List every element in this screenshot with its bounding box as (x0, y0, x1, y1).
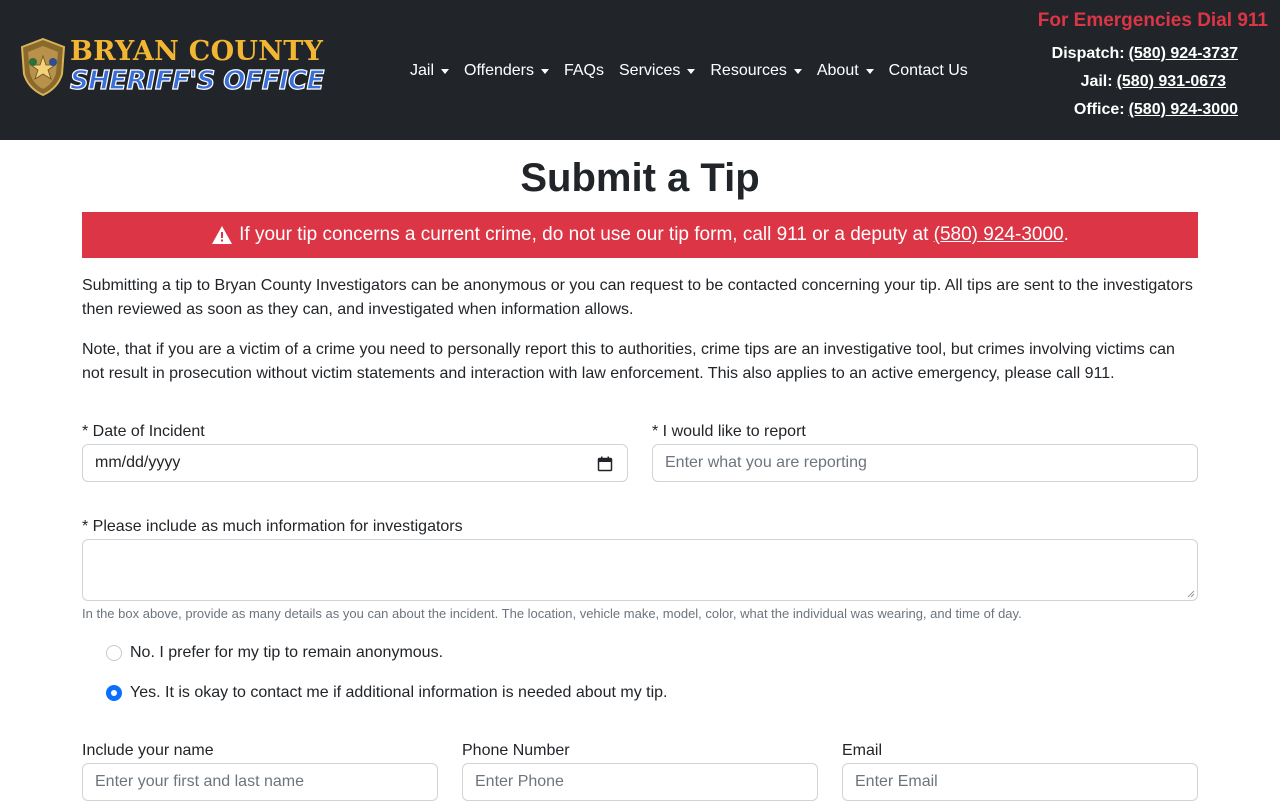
alert-text: If your tip concerns a current crime, do… (239, 224, 929, 245)
jail-label: Jail: (1080, 73, 1113, 90)
warning-icon (212, 226, 233, 244)
details-help-text: In the box above, provide as many detail… (82, 606, 1022, 621)
nav-label: FAQs (563, 62, 604, 79)
caret-down-icon (865, 68, 874, 74)
name-label: Include your name (82, 742, 214, 759)
caret-down-icon (540, 68, 549, 74)
nav-label: Offenders (464, 62, 534, 79)
page-title: Submit a Tip (520, 156, 760, 200)
nav-offenders[interactable]: Offenders (464, 62, 549, 80)
email-label: Email (842, 742, 883, 759)
nav-services[interactable]: Services (619, 62, 696, 80)
office-label: Office: (1073, 101, 1125, 118)
date-label: * Date of Incident (82, 423, 205, 440)
email-placeholder: Enter Email (855, 773, 938, 790)
sheriff-badge-icon (20, 38, 66, 96)
radio-label: Yes. It is okay to contact me if additio… (130, 684, 668, 701)
nav-contact-us[interactable]: Contact Us (889, 62, 968, 80)
contact-option-anonymous[interactable]: No. I prefer for my tip to remain anonym… (106, 644, 443, 662)
site-header: BRYAN COUNTY SHERIFF'S OFFICE Jail Offen… (0, 0, 1280, 140)
caret-down-icon (687, 68, 696, 74)
intro-paragraph: Submitting a tip to Bryan County Investi… (82, 277, 1193, 318)
nav-resources[interactable]: Resources (710, 62, 802, 80)
phone-placeholder: Enter Phone (475, 773, 564, 790)
nav-label: Resources (710, 62, 787, 79)
nav-jail[interactable]: Jail (410, 62, 450, 80)
contact-block: For Emergencies Dial 911 Dispatch: (580) … (1020, 0, 1280, 140)
name-input[interactable]: Enter your first and last name (82, 763, 438, 801)
radio-anonymous[interactable] (106, 645, 122, 661)
office-phone-link[interactable]: (580) 924-3000 (1129, 101, 1238, 118)
site-logo[interactable]: BRYAN COUNTY SHERIFF'S OFFICE (18, 36, 325, 100)
caret-down-icon (441, 68, 450, 74)
office-line: Office: (580) 924-3000 (1074, 101, 1238, 119)
note-paragraph: Note, that if you are a victim of a crim… (82, 341, 1175, 382)
caret-down-icon (793, 68, 802, 74)
phone-input[interactable]: Enter Phone (462, 763, 818, 801)
dispatch-label: Dispatch: (1051, 45, 1125, 62)
nav-label: Jail (410, 62, 435, 79)
emergency-notice: For Emergencies Dial 911 (1037, 10, 1268, 31)
phone-label: Phone Number (462, 742, 570, 759)
report-input[interactable]: Enter what you are reporting (652, 444, 1198, 482)
alert-phone-link[interactable]: (580) 924-3000 (934, 224, 1064, 246)
alert-end: . (1063, 224, 1069, 245)
nav-label: About (816, 62, 859, 79)
date-value: mm/dd/yyyy (95, 454, 181, 471)
radio-contact-me[interactable] (106, 685, 122, 701)
details-label: * Please include as much information for… (82, 518, 463, 535)
logo-text-county: BRYAN COUNTY (70, 36, 324, 67)
jail-line: Jail: (580) 931-0673 (1081, 73, 1226, 91)
radio-label: No. I prefer for my tip to remain anonym… (130, 644, 444, 661)
dispatch-phone-link[interactable]: (580) 924-3737 (1129, 45, 1238, 62)
nav-label: Contact Us (888, 62, 968, 79)
logo-text-office: SHERIFF'S OFFICE (69, 65, 325, 96)
contact-option-contact-me[interactable]: Yes. It is okay to contact me if additio… (106, 684, 667, 702)
resize-grip-icon[interactable] (1187, 590, 1195, 598)
nav-faqs[interactable]: FAQs (564, 62, 604, 80)
report-label: * I would like to report (652, 423, 806, 440)
nav-label: Services (619, 62, 681, 79)
dispatch-line: Dispatch: (580) 924-3737 (1052, 45, 1238, 63)
details-textarea[interactable] (82, 539, 1198, 601)
main-nav: Jail Offenders FAQs Services Resources A… (410, 58, 983, 84)
nav-about[interactable]: About (817, 62, 874, 80)
calendar-icon[interactable] (597, 456, 613, 472)
report-placeholder: Enter what you are reporting (665, 454, 867, 471)
date-input[interactable]: mm/dd/yyyy (82, 444, 628, 482)
name-placeholder: Enter your first and last name (95, 773, 304, 790)
warning-alert: If your tip concerns a current crime, do… (82, 212, 1198, 258)
jail-phone-link[interactable]: (580) 931-0673 (1117, 73, 1226, 90)
email-input[interactable]: Enter Email (842, 763, 1198, 801)
